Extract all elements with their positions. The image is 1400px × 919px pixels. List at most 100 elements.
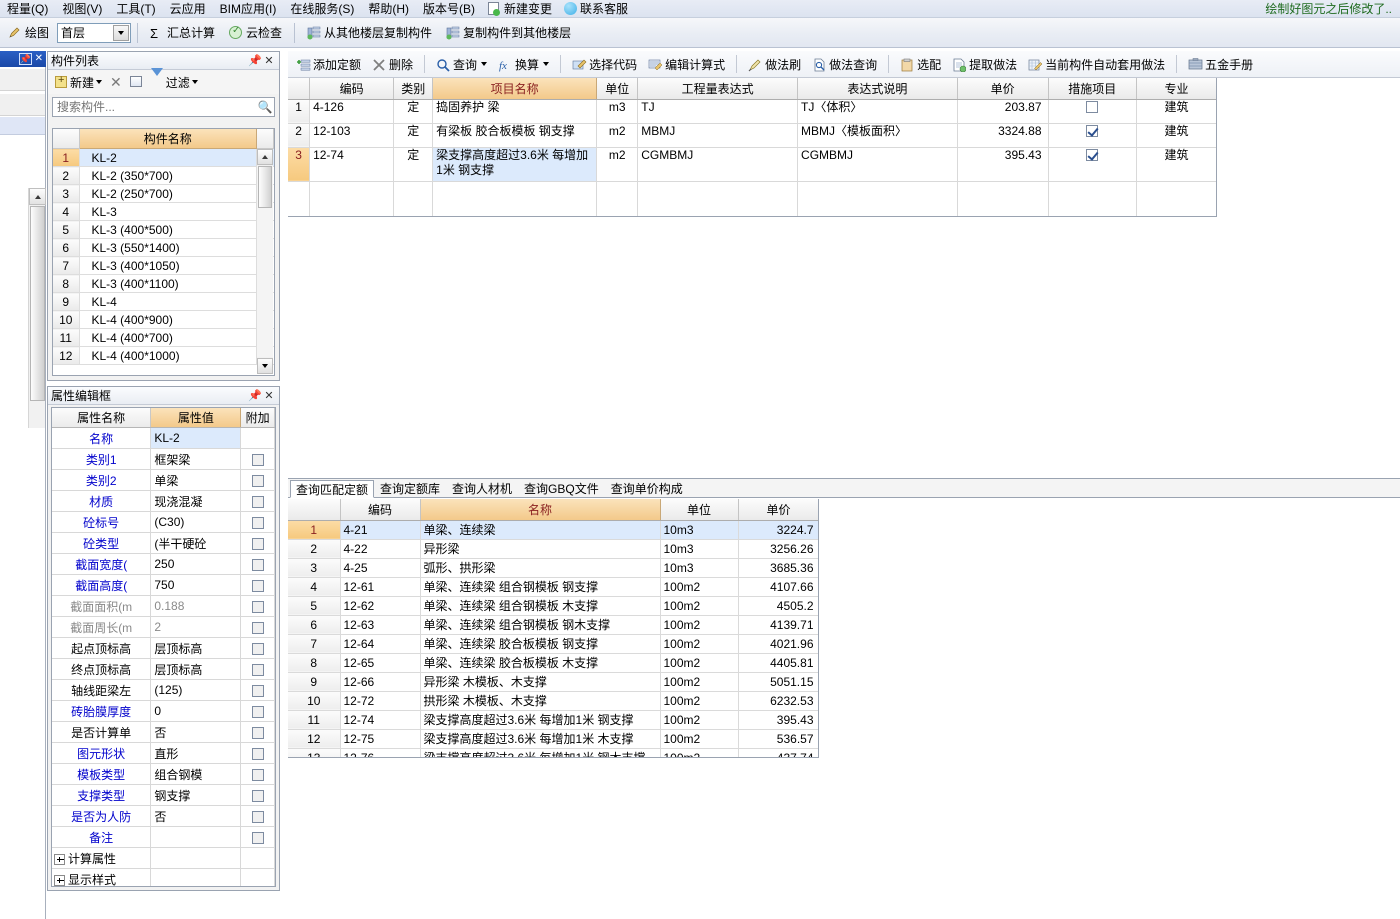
quota-row-price[interactable]: 203.87 [957,99,1049,124]
property-value[interactable] [150,826,242,848]
match-button[interactable]: 选配 [895,53,946,75]
property-value[interactable]: 单梁 [150,469,242,491]
query-row-price[interactable]: 4139.71 [738,615,818,635]
query-row-code[interactable]: 12-72 [340,691,421,711]
scroll-up-icon[interactable] [29,188,46,205]
attach-checkbox[interactable] [251,474,264,487]
component-list-item[interactable]: 2 KL-2 (350*700) [53,166,274,185]
quota-row-unit[interactable]: m2 [596,147,639,182]
floor-select[interactable]: 首层 [57,22,132,43]
query-row-name[interactable]: 单梁、连续梁 胶合板模板 木支撑 [420,653,661,673]
property-value[interactable]: 250 [150,553,242,575]
quota-row-item-name[interactable]: 有梁板 胶合板模板 钢支撑 [432,123,598,148]
property-attach-cell[interactable] [240,616,275,638]
component-row-name[interactable]: KL-4 (400*700) [79,328,257,347]
filter-button[interactable]: 过滤 [148,67,201,92]
query-row-code[interactable]: 12-75 [340,729,421,749]
menu-item-tools[interactable]: 工具(T) [109,0,162,18]
property-attach-cell[interactable] [240,427,275,449]
attach-checkbox[interactable] [251,537,264,550]
property-value[interactable]: 现浇混凝 [150,490,242,512]
left-panel-selected-row[interactable] [0,117,45,135]
edit-formula-button[interactable]: 编辑计算式 [643,53,730,75]
list-item[interactable]: 13 12-76 梁支撑高度超过3.6米 每增加1米 钢木支撑 100m2 437.74 [288,748,818,757]
table-row[interactable]: 2 12-103 定有梁板 胶合板模板 钢支撑 m2 MBMJ MBMJ〈模板面积〉 332… [288,123,1216,148]
property-attach-cell[interactable] [240,574,275,596]
query-row-code[interactable]: 12-66 [340,672,421,692]
scroll-thumb[interactable] [30,206,45,401]
property-row[interactable]: 砼标号 (C30) [52,511,275,533]
scroll-down-icon[interactable] [257,358,273,374]
property-row[interactable]: 起点顶标高 层顶标高 [52,637,275,659]
query-tab[interactable]: 查询定额库 [374,479,446,497]
attach-checkbox[interactable] [251,621,264,634]
property-row[interactable]: 截面面积(m 0.188 [52,595,275,617]
quota-row-major[interactable]: 建筑 [1136,147,1216,182]
list-item[interactable]: 8 12-65 单梁、连续梁 胶合板模板 木支撑 100m2 4405.81 [288,653,818,673]
property-row[interactable]: 终点顶标高 层顶标高 [52,658,275,680]
quota-row-price[interactable]: 395.43 [957,147,1049,182]
measure-checkbox[interactable] [1086,101,1099,114]
property-attach-cell[interactable] [240,679,275,701]
property-value[interactable]: 层顶标高 [150,637,242,659]
query-row-name[interactable]: 异形梁 木模板、木支撑 [420,672,661,692]
left-panel-row-1[interactable] [0,69,45,91]
property-row[interactable]: 备注 [52,826,275,848]
delete-button[interactable]: 删除 [367,53,418,75]
summary-calc-button[interactable]: Σ 汇总计算 [144,21,221,45]
property-attach-cell[interactable] [240,490,275,512]
scroll-track[interactable] [257,166,273,357]
quota-row-code[interactable]: 12-74 [309,147,395,182]
scroll-thumb[interactable] [258,166,272,208]
method-brush-button[interactable]: 做法刷 [743,53,806,75]
property-value[interactable]: (C30) [150,511,242,533]
property-attach-cell[interactable] [240,553,275,575]
query-col-name[interactable]: 名称 [420,499,661,521]
attach-checkbox[interactable] [251,495,264,508]
quota-row-item-name[interactable]: 梁支撑高度超过3.6米 每增加1米 钢支撑 [432,147,598,182]
select-code-button[interactable]: 选择代码 [567,53,642,75]
query-tab[interactable]: 查询人材机 [446,479,518,497]
quota-col-code[interactable]: 编码 [309,78,395,100]
property-value[interactable]: 钢支撑 [150,784,242,806]
new-change-button[interactable]: 新建变更 [482,0,558,18]
query-row-unit[interactable]: 100m2 [660,748,739,757]
property-group-cell[interactable]: 显示样式 [52,868,152,886]
property-attach-cell[interactable] [240,742,275,764]
chevron-down-icon[interactable] [191,80,198,84]
property-group-cell[interactable]: 计算属性 [52,847,152,869]
list-item[interactable]: 7 12-64 单梁、连续梁 胶合板模板 钢支撑 100m2 4021.96 [288,634,818,654]
query-row-code[interactable]: 12-63 [340,615,421,635]
quota-col-item-name[interactable]: 项目名称 [432,78,598,100]
property-row[interactable]: 图元形状 直形 [52,742,275,764]
quota-col-unit[interactable]: 单位 [596,78,639,100]
property-attach-cell[interactable] [240,826,275,848]
menu-item-help[interactable]: 帮助(H) [361,0,416,18]
query-col-unit[interactable]: 单位 [660,499,739,521]
measure-checkbox[interactable] [1086,149,1099,162]
quota-row-expression[interactable]: CGMBMJ [637,147,799,182]
query-row-code[interactable]: 12-61 [340,577,421,597]
close-icon[interactable]: ✕ [262,389,276,403]
property-value[interactable]: 层顶标高 [150,658,242,680]
query-tab[interactable]: 查询单价构成 [605,479,689,497]
chevron-down-icon[interactable] [113,24,130,41]
component-row-name[interactable]: KL-4 [79,292,257,311]
property-value[interactable]: (半干硬砼 [150,532,242,554]
property-row[interactable]: 材质 现浇混凝 [52,490,275,512]
query-row-price[interactable]: 437.74 [738,748,818,757]
property-attach-cell[interactable] [240,721,275,743]
property-group-row[interactable]: 计算属性 [52,847,275,869]
attach-checkbox[interactable] [251,600,264,613]
query-row-name[interactable]: 异形梁 [420,539,661,559]
property-value[interactable]: 0 [150,700,242,722]
copy-component-button[interactable] [127,72,146,92]
query-row-name[interactable]: 弧形、拱形梁 [420,558,661,578]
property-value[interactable]: 否 [150,805,242,827]
quota-row-expr-desc[interactable]: TJ〈体积〉 [797,99,958,124]
quota-col-price[interactable]: 单价 [957,78,1049,100]
query-row-name[interactable]: 梁支撑高度超过3.6米 每增加1米 木支撑 [420,729,661,749]
component-list-item[interactable]: 11 KL-4 (400*700) [53,328,274,347]
query-row-name[interactable]: 单梁、连续梁 组合钢模板 木支撑 [420,596,661,616]
copy-from-other-floor-button[interactable]: 从其他楼层复制构件 [301,21,438,45]
